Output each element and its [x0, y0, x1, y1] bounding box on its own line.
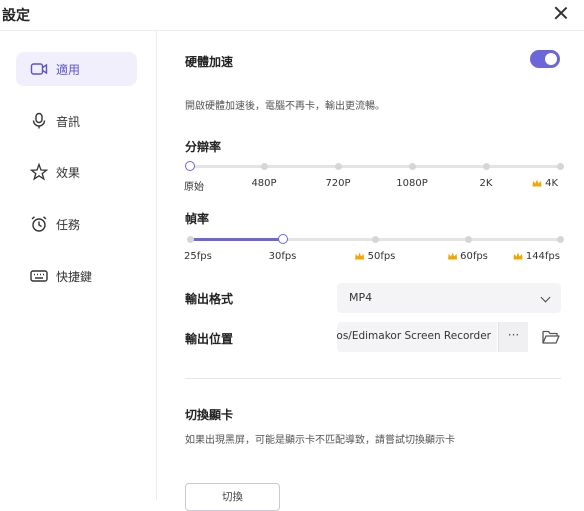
hardware-acceleration-description: 開啟硬體加速後，電腦不再卡，輸出更流暢。 — [185, 101, 385, 112]
framerate-option-label: 60fps — [447, 251, 488, 262]
camera-icon — [30, 63, 48, 75]
divider — [185, 378, 561, 379]
settings-panel: 硬體加速 開啟硬體加速後，電腦不再卡，輸出更流暢。 分辯率 原始 480P 720P… — [157, 31, 584, 511]
framerate-option-label: 50fps — [355, 251, 396, 262]
framerate-step-dot[interactable] — [372, 236, 379, 243]
sidebar-item-label: 音訊 — [56, 115, 81, 129]
sidebar-item-label: 效果 — [56, 166, 81, 180]
framerate-slider[interactable] — [187, 234, 564, 244]
framerate-fill — [190, 238, 283, 241]
sidebar-item-label: 快捷鍵 — [56, 270, 93, 284]
framerate-option-text: 30fps — [268, 251, 297, 262]
framerate-step-dot[interactable] — [464, 236, 472, 243]
framerate-option-text: 25fps — [184, 251, 212, 262]
crown-icon — [447, 252, 457, 260]
crown-icon — [513, 252, 523, 260]
framerate-option-label: 30fps — [269, 251, 297, 262]
resolution-option-label: 4K — [532, 178, 558, 189]
resolution-step-dot[interactable] — [335, 163, 342, 170]
output-format-label: 輸出格式 — [185, 292, 234, 306]
alarm-clock-icon — [31, 216, 47, 232]
sidebar: 適用 音訊 效果 任務 快捷鍵 — [0, 31, 157, 500]
resolution-option-text: 4K — [545, 178, 558, 189]
sidebar-item-general[interactable]: 適用 — [16, 52, 137, 86]
chevron-down-icon — [540, 292, 551, 303]
framerate-option-text: 50fps — [367, 251, 396, 262]
window-title: 設定 — [2, 8, 30, 24]
resolution-option-text: 2K — [479, 178, 493, 189]
output-location-label: 輸出位置 — [185, 332, 234, 346]
hardware-acceleration-title: 硬體加速 — [185, 55, 234, 69]
resolution-slider[interactable] — [185, 161, 564, 171]
resolution-option-text: 原始 — [184, 182, 204, 193]
hardware-acceleration-toggle[interactable] — [530, 50, 560, 68]
folder-open-icon[interactable] — [542, 329, 560, 345]
toggle-knob — [545, 53, 557, 65]
resolution-option-label: 480P — [251, 178, 276, 189]
resolution-step-dot[interactable] — [483, 163, 490, 170]
resolution-option-label: 720P — [325, 178, 350, 189]
framerate-option-text: 60fps — [460, 251, 488, 262]
sidebar-item-shortcuts[interactable]: 快捷鍵 — [16, 259, 137, 293]
resolution-step-dot[interactable] — [409, 163, 416, 170]
resolution-title: 分辯率 — [185, 140, 222, 154]
resolution-option-text: 480P — [251, 178, 277, 189]
framerate-option-label: 144fps — [513, 251, 560, 262]
sidebar-item-label: 適用 — [56, 63, 81, 77]
sidebar-item-tasks[interactable]: 任務 — [16, 207, 137, 241]
resolution-handle[interactable] — [185, 161, 195, 171]
microphone-icon — [32, 112, 46, 129]
resolution-option-label: 1080P — [396, 178, 427, 189]
resolution-option-label: 2K — [480, 178, 493, 189]
framerate-option-label: 25fps — [184, 251, 212, 262]
close-icon[interactable] — [552, 4, 570, 22]
switch-gpu-title: 切換顯卡 — [185, 408, 234, 422]
keyboard-icon — [30, 270, 48, 282]
framerate-title: 幀率 — [185, 212, 210, 226]
output-format-value: MP4 — [349, 291, 373, 304]
switch-gpu-button[interactable]: 切換 — [185, 483, 280, 511]
sidebar-item-label: 任務 — [56, 218, 81, 232]
resolution-option-label: 原始 — [184, 178, 204, 193]
output-location-value: eos/Edimakor Screen Recorder — [337, 330, 491, 342]
crown-icon — [355, 252, 365, 260]
framerate-option-text: 144fps — [525, 251, 560, 262]
framerate-step-dot[interactable] — [187, 236, 194, 243]
resolution-step-dot[interactable] — [261, 163, 268, 170]
crown-icon — [532, 179, 542, 187]
resolution-option-text: 720P — [325, 178, 351, 189]
effect-star-icon — [30, 163, 48, 181]
resolution-option-text: 1080P — [396, 178, 428, 189]
output-format-select[interactable]: MP4 — [337, 283, 561, 313]
sidebar-item-effects[interactable]: 效果 — [16, 155, 137, 189]
framerate-step-dot[interactable] — [557, 236, 564, 243]
resolution-step-dot[interactable] — [557, 163, 564, 170]
browse-more-button[interactable]: ··· — [498, 322, 528, 352]
output-location-field[interactable]: eos/Edimakor Screen Recorder — [337, 322, 497, 352]
switch-gpu-description: 如果出現黑屏，可能是顯示卡不匹配導致，請嘗試切換顯示卡 — [185, 435, 455, 446]
framerate-handle[interactable] — [277, 234, 288, 244]
sidebar-item-audio[interactable]: 音訊 — [16, 104, 137, 138]
title-bar: 設定 — [0, 0, 584, 31]
